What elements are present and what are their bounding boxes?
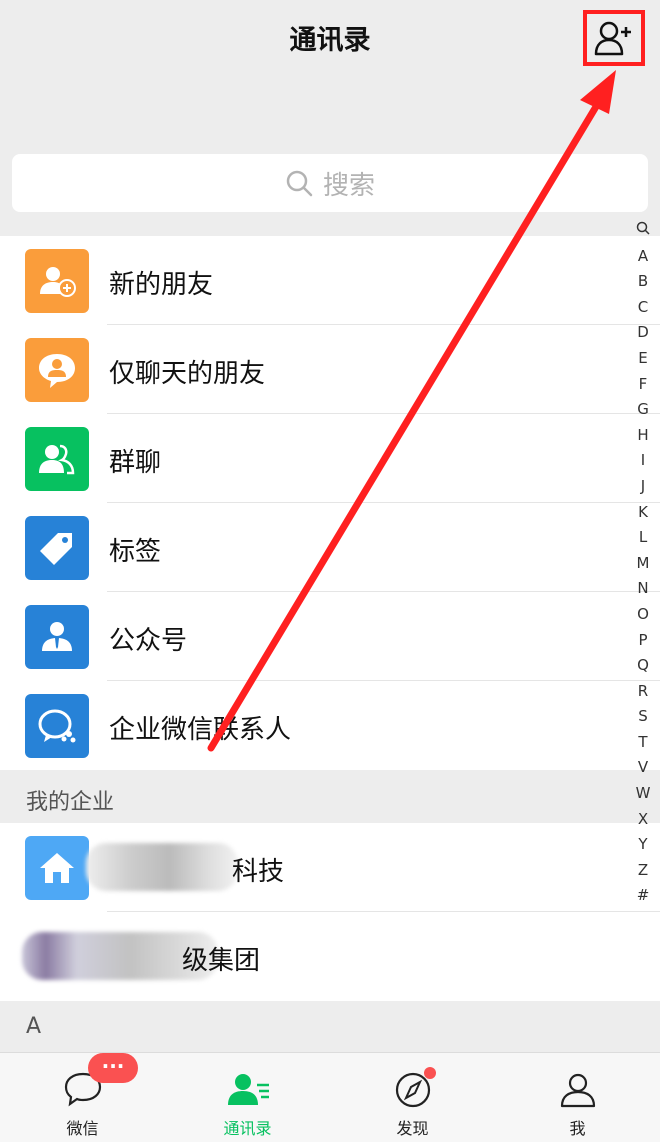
bottom-tab-bar: 微信 ··· 通讯录 发现 我 <box>0 1052 660 1142</box>
enterprise-home-icon <box>25 836 89 900</box>
section-header-a: A <box>0 1001 660 1053</box>
index-letter[interactable]: C <box>638 295 648 321</box>
list-item-chat-only-friends[interactable]: 仅聊天的朋友 <box>0 325 660 414</box>
official-account-icon <box>25 605 89 669</box>
tab-me[interactable]: 我 <box>495 1053 660 1142</box>
section-letter: A <box>26 1014 42 1039</box>
list-item-wecom-contacts[interactable]: 企业微信联系人 <box>0 681 660 770</box>
index-letter[interactable]: P <box>638 628 647 654</box>
index-search-icon[interactable] <box>636 218 650 244</box>
tag-icon <box>25 516 89 580</box>
index-letter[interactable]: H <box>637 423 648 449</box>
new-friend-icon <box>25 249 89 313</box>
index-letter[interactable]: S <box>638 704 648 730</box>
list-item-label: 科技 <box>232 857 285 887</box>
index-letter[interactable]: B <box>638 269 648 295</box>
section-header-enterprise: 我的企业 <box>0 771 660 823</box>
index-letter[interactable]: L <box>639 525 647 551</box>
notification-dot <box>424 1067 436 1079</box>
list-item-label: 群聊 <box>109 448 162 478</box>
section-title: 我的企业 <box>26 790 115 815</box>
index-letter[interactable]: X <box>638 807 648 833</box>
tab-label: 我 <box>569 1119 586 1138</box>
index-letter[interactable]: F <box>639 372 648 398</box>
tab-contacts[interactable]: 通讯录 <box>165 1053 330 1142</box>
list-item-group-chats[interactable]: 群聊 <box>0 414 660 503</box>
list-item-label: 企业微信联系人 <box>109 715 292 745</box>
index-letter[interactable]: D <box>637 320 649 346</box>
index-letter[interactable]: Q <box>637 653 649 679</box>
index-letter[interactable]: V <box>638 755 648 781</box>
index-letter[interactable]: A <box>638 244 648 270</box>
search-icon <box>286 170 313 197</box>
list-item-new-friends[interactable]: 新的朋友 <box>0 236 660 325</box>
index-letter[interactable]: M <box>637 551 650 577</box>
list-item-label: 公众号 <box>109 626 188 656</box>
chat-only-friend-icon <box>25 338 89 402</box>
index-letter[interactable]: I <box>641 448 645 474</box>
tab-label: 发现 <box>396 1119 429 1138</box>
list-item-enterprise[interactable]: 级集团 <box>0 912 660 1001</box>
tab-discover[interactable]: 发现 <box>330 1053 495 1142</box>
index-letter[interactable]: N <box>637 576 648 602</box>
list-item-enterprise[interactable]: 科技 <box>0 823 660 912</box>
index-letter[interactable]: E <box>638 346 647 372</box>
tab-label: 通讯录 <box>223 1119 272 1138</box>
list-item-label: 新的朋友 <box>109 270 214 300</box>
list-item-label: 标签 <box>109 537 162 567</box>
index-letter[interactable]: T <box>638 730 647 756</box>
search-placeholder: 搜索 <box>322 170 375 201</box>
contacts-icon <box>227 1074 269 1105</box>
index-letter[interactable]: Z <box>638 858 648 884</box>
list-item-label: 级集团 <box>182 946 261 976</box>
list-item-tags[interactable]: 标签 <box>0 503 660 592</box>
tab-wechat[interactable]: 微信 <box>0 1053 165 1142</box>
unread-badge: ··· <box>88 1053 138 1083</box>
list-item-official-accounts[interactable]: 公众号 <box>0 592 660 681</box>
index-letter[interactable]: R <box>638 679 648 705</box>
index-letter[interactable]: Y <box>638 832 647 858</box>
index-letter[interactable]: O <box>637 602 649 628</box>
blurred-name <box>86 843 238 891</box>
index-letter[interactable]: G <box>637 397 649 423</box>
group-chat-icon <box>25 427 89 491</box>
index-letter[interactable]: # <box>637 883 650 909</box>
index-letter[interactable]: J <box>641 474 645 500</box>
tab-label: 微信 <box>66 1119 99 1138</box>
alphabet-index-bar[interactable]: A B C D E F G H I J K L M N O P Q R S T … <box>632 218 654 909</box>
function-list: 新的朋友 仅聊天的朋友 群聊 标签 公众号 企业微信联系人 <box>0 236 660 770</box>
index-letter[interactable]: K <box>638 500 648 526</box>
me-icon <box>560 1073 595 1108</box>
list-item-label: 仅聊天的朋友 <box>109 359 266 389</box>
wecom-contact-icon <box>25 694 89 758</box>
top-nav-bar: 通讯录 <box>0 0 660 78</box>
enterprise-list: 科技 级集团 <box>0 823 660 1001</box>
add-contact-icon <box>594 21 631 56</box>
search-bar[interactable]: 搜索 <box>12 154 648 212</box>
page-title: 通讯录 <box>289 25 371 56</box>
index-letter[interactable]: W <box>636 781 651 807</box>
add-contact-button[interactable] <box>583 10 645 66</box>
